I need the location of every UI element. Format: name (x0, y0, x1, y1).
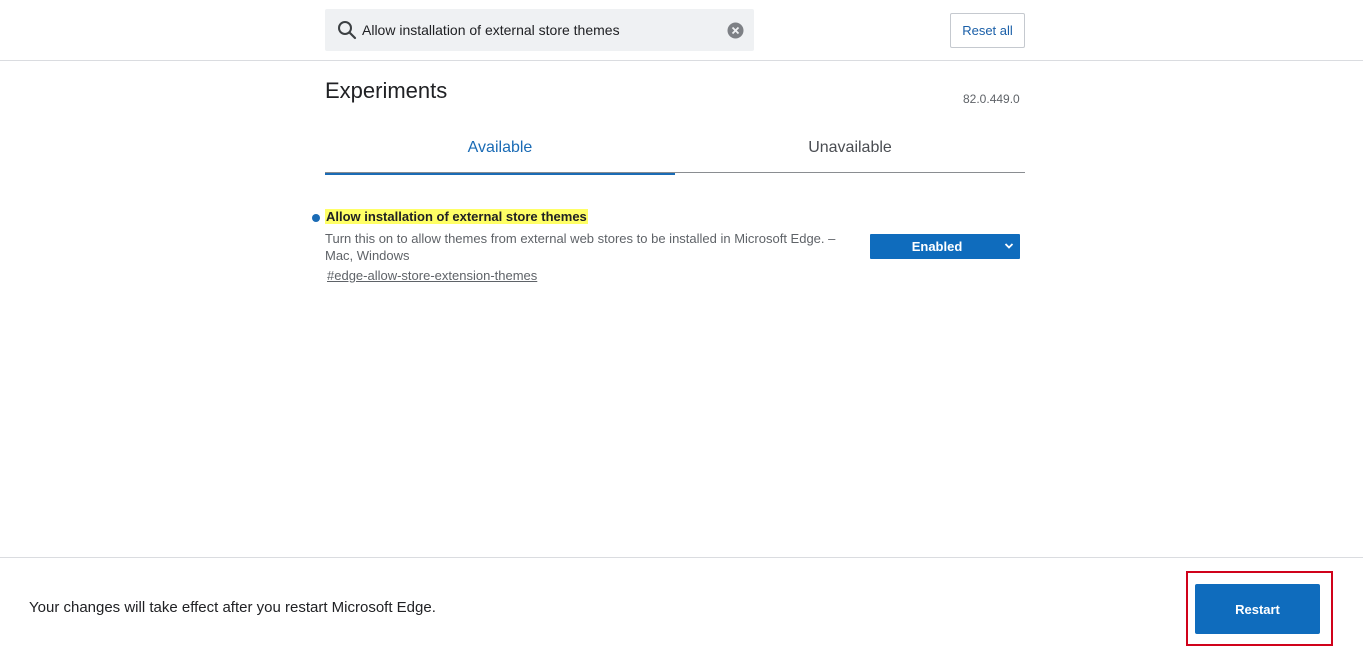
header-bar: Reset all (0, 0, 1363, 61)
search-box[interactable] (325, 9, 754, 51)
restart-button[interactable]: Restart (1195, 584, 1320, 634)
tab-bar: Available Unavailable (325, 125, 1025, 175)
tab-available[interactable]: Available (325, 125, 675, 175)
page-title: Experiments (325, 78, 448, 103)
reset-all-button[interactable]: Reset all (950, 13, 1025, 48)
search-input[interactable] (362, 9, 712, 51)
clear-icon[interactable] (727, 22, 744, 39)
modified-indicator-dot (312, 214, 320, 222)
version-label: 82.0.449.0 (963, 92, 1020, 106)
experiment-item: Allow installation of external store the… (312, 206, 1027, 296)
tab-unavailable[interactable]: Unavailable (675, 125, 1025, 173)
select-value: Enabled (911, 239, 963, 254)
search-icon (338, 21, 357, 40)
experiment-title: Allow installation of external store the… (325, 209, 588, 224)
experiment-description: Turn this on to allow themes from extern… (325, 231, 836, 263)
restart-footer: Your changes will take effect after you … (0, 557, 1363, 659)
restart-message: Your changes will take effect after you … (29, 599, 436, 616)
flags-page: Reset all Experiments 82.0.449.0 Availab… (0, 0, 1363, 659)
experiment-state-select[interactable]: Enabled (870, 234, 1020, 259)
chevron-down-icon (1004, 243, 1014, 249)
experiment-permalink[interactable]: #edge-allow-store-extension-themes (327, 268, 537, 283)
